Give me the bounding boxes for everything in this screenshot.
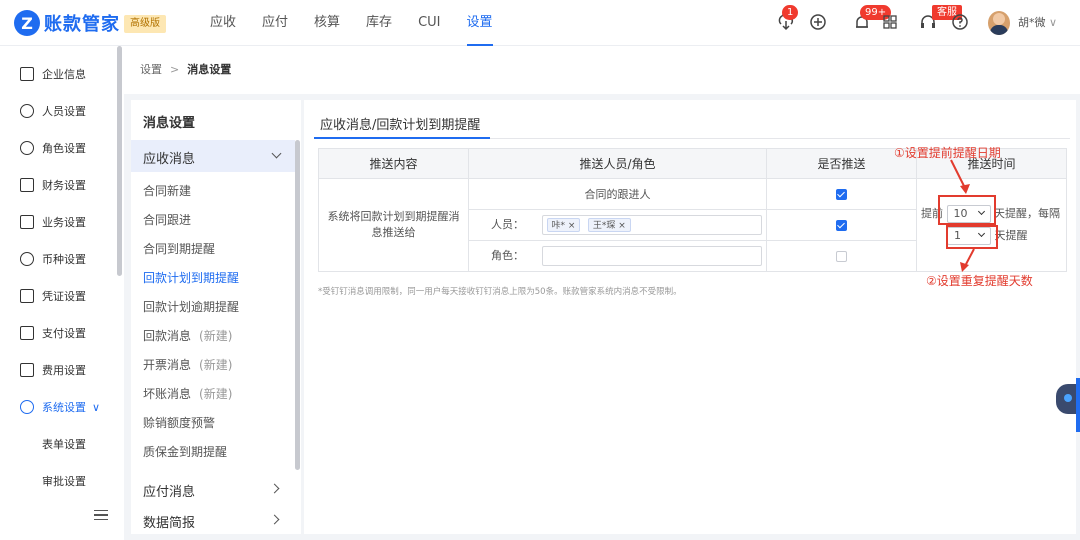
nav-payable[interactable]: 应付 xyxy=(262,0,288,46)
role-label: 角色： xyxy=(491,249,524,262)
time-mid: 天提醒，每隔 xyxy=(994,207,1060,220)
user-icon xyxy=(20,104,34,118)
sidebar-subitem-approval[interactable]: 审批设置 xyxy=(42,473,86,489)
sidebar-item-system[interactable]: 系统设置 ∨ xyxy=(20,397,100,417)
col-header-recipients: 推送人员/角色 xyxy=(468,148,767,179)
menu-scrollbar[interactable] xyxy=(295,140,300,470)
currency-icon xyxy=(20,252,34,266)
annotation-set-advance-date: ①设置提前提醒日期 xyxy=(894,146,1001,160)
recipient-person-row: 人员： 咔* × 王*琛 × xyxy=(468,209,767,241)
push-checkbox-role[interactable] xyxy=(836,251,847,262)
voucher-icon xyxy=(20,289,34,303)
menu-item-invoice-message[interactable]: 开票消息 (新建) xyxy=(143,356,232,373)
breadcrumb: 设置 > 消息设置 xyxy=(124,46,1080,94)
gear-icon xyxy=(20,400,34,414)
menu-item-warranty-expiry[interactable]: 质保金到期提醒 xyxy=(143,443,235,460)
push-checkbox-follow-up[interactable] xyxy=(836,189,847,200)
help-icon[interactable] xyxy=(950,12,970,32)
app-logo[interactable]: Z 账款管家 xyxy=(14,10,120,36)
person-tag[interactable]: 王*琛 × xyxy=(587,218,631,232)
menu-group-receivable[interactable]: 应收消息 xyxy=(131,140,295,172)
role-input[interactable] xyxy=(541,246,762,266)
nav-accounting[interactable]: 核算 xyxy=(314,0,340,46)
top-header: Z 账款管家 高级版 应收 应付 核算 库存 CUI 设置 1 99+ 客服 胡… xyxy=(0,0,1080,46)
card-icon xyxy=(20,326,34,340)
push-check-cell-3 xyxy=(766,240,917,272)
menu-group-payable[interactable]: 应付消息 xyxy=(143,481,195,500)
sidebar-item-company[interactable]: 企业信息 xyxy=(20,64,86,84)
time-suffix: 天提醒 xyxy=(994,229,1028,242)
side-float-tab[interactable] xyxy=(1076,378,1080,432)
sidebar-scrollbar[interactable] xyxy=(117,46,122,276)
menu-item-payment-plan-due[interactable]: 回款计划到期提醒 xyxy=(143,269,247,286)
menu-item-credit-warning[interactable]: 赊销额度预警 xyxy=(143,414,223,431)
message-settings-menu: 消息设置 应收消息 合同新建 合同跟进 合同到期提醒 回款计划到期提醒 回款计划… xyxy=(131,100,301,534)
sidebar-item-currency[interactable]: 币种设置 xyxy=(20,249,86,269)
push-check-cell-1 xyxy=(766,178,917,210)
money-bag-icon xyxy=(20,363,34,377)
annotation-box-advance-days xyxy=(938,195,996,225)
sidebar-subitem-forms[interactable]: 表单设置 xyxy=(42,436,86,452)
menu-item-contract-new[interactable]: 合同新建 xyxy=(143,182,199,199)
username[interactable]: 胡*微 ∨ xyxy=(1018,14,1057,30)
menu-group-data-brief[interactable]: 数据简报 xyxy=(143,512,195,531)
collapse-menu-icon[interactable] xyxy=(94,510,108,520)
sidebar-item-business[interactable]: 业务设置 xyxy=(20,212,86,232)
chevron-down-icon xyxy=(271,148,282,159)
panel-title: 消息设置 xyxy=(143,116,196,131)
sidebar-item-finance[interactable]: 财务设置 xyxy=(20,175,86,195)
breadcrumb-separator: > xyxy=(170,63,180,76)
recipient-role-row: 角色： xyxy=(468,240,767,272)
chevron-down-icon: ∨ xyxy=(1049,16,1058,29)
building-icon xyxy=(20,67,34,81)
menu-item-contract-followup[interactable]: 合同跟进 xyxy=(143,211,199,228)
add-circle-icon[interactable] xyxy=(808,12,828,32)
role-icon xyxy=(20,141,34,155)
col-header-content: 推送内容 xyxy=(318,148,469,179)
menu-item-contract-expiry[interactable]: 合同到期提醒 xyxy=(143,240,223,257)
sidebar-item-expense[interactable]: 费用设置 xyxy=(20,360,86,380)
breadcrumb-root[interactable]: 设置 xyxy=(140,63,162,76)
sidebar-item-staff[interactable]: 人员设置 xyxy=(20,101,86,121)
person-input[interactable]: 咔* × 王*琛 × xyxy=(541,215,762,235)
nav-settings[interactable]: 设置 xyxy=(466,0,493,46)
sidebar-item-voucher[interactable]: 凭证设置 xyxy=(20,286,86,306)
apps-grid-icon[interactable] xyxy=(880,12,900,32)
logo-icon: Z xyxy=(14,10,40,36)
menu-item-payment-message[interactable]: 回款消息 (新建) xyxy=(143,327,232,344)
breadcrumb-current: 消息设置 xyxy=(187,63,232,76)
chevron-right-icon[interactable] xyxy=(269,483,280,494)
nav-receivable[interactable]: 应收 xyxy=(210,0,236,46)
main-content: 应收消息/回款计划到期提醒 推送内容 推送人员/角色 是否推送 推送时间 系统将… xyxy=(304,100,1076,534)
edition-badge: 高级版 xyxy=(124,15,166,33)
tab-payment-plan-due[interactable]: 应收消息/回款计划到期提醒 xyxy=(320,114,480,133)
left-sidebar: 企业信息 人员设置 角色设置 财务设置 业务设置 币种设置 凭证设置 支付设置 … xyxy=(0,46,124,540)
annotation-box-repeat-days xyxy=(946,225,998,249)
nav-inventory[interactable]: 库存 xyxy=(366,0,392,46)
footnote: *受钉钉消息调用限制，同一用户每天接收钉钉消息上限为50条。账款管家系统内消息不… xyxy=(318,287,682,297)
sidebar-item-roles[interactable]: 角色设置 xyxy=(20,138,86,158)
push-content-cell: 系统将回款计划到期提醒消息推送给 xyxy=(318,178,469,272)
push-check-cell-2 xyxy=(766,209,917,241)
menu-item-payment-plan-overdue[interactable]: 回款计划逾期提醒 xyxy=(143,298,247,315)
user-avatar[interactable] xyxy=(988,11,1010,35)
finance-icon xyxy=(20,178,34,192)
tab-active-indicator xyxy=(314,137,490,139)
person-tag[interactable]: 咔* × xyxy=(546,218,581,232)
recipient-follow-up: 合同的跟进人 xyxy=(468,178,767,210)
sidebar-item-payment[interactable]: 支付设置 xyxy=(20,323,86,343)
app-name: 账款管家 xyxy=(44,14,120,35)
briefcase-icon xyxy=(20,215,34,229)
chevron-down-icon: ∨ xyxy=(92,400,101,414)
chevron-right-icon[interactable] xyxy=(269,514,280,525)
nav-cui[interactable]: CUI xyxy=(418,0,440,46)
push-checkbox-person[interactable] xyxy=(836,220,847,231)
menu-item-baddebt-message[interactable]: 坏账消息 (新建) xyxy=(143,385,232,402)
annotation-set-repeat-days: ②设置重复提醒天数 xyxy=(926,274,1033,288)
top-nav: 应收 应付 核算 库存 CUI 设置 xyxy=(210,0,519,46)
person-label: 人员： xyxy=(491,218,524,231)
